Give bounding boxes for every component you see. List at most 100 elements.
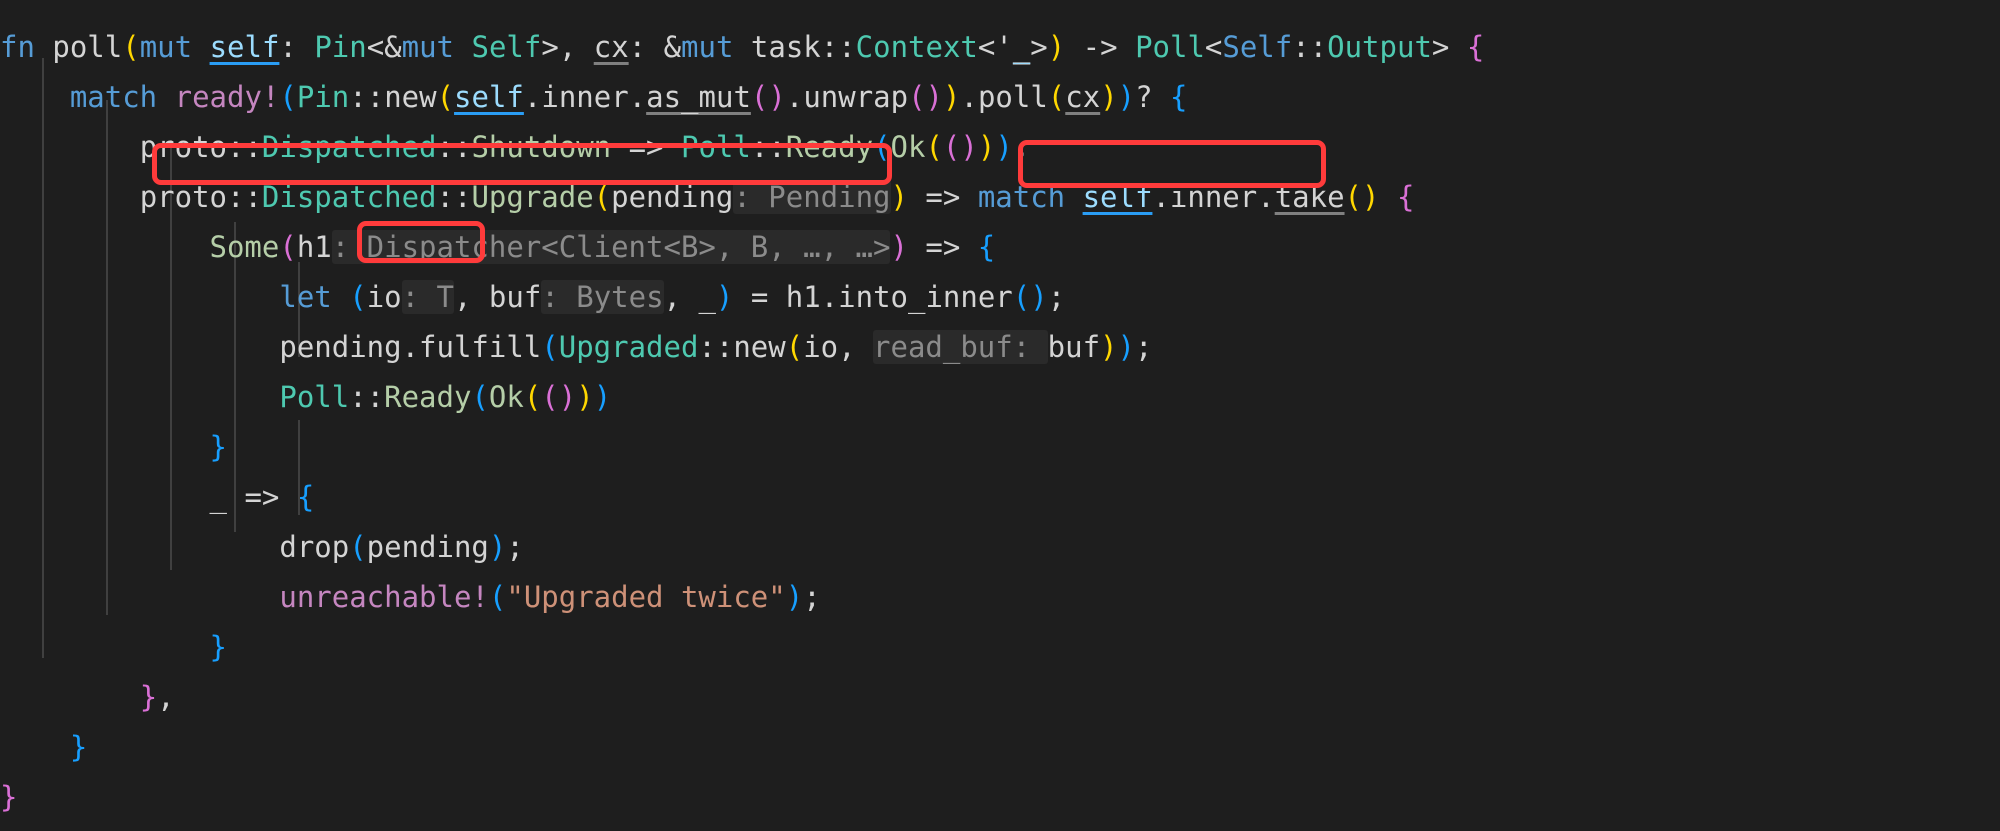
code-token: ->	[1065, 30, 1136, 64]
code-token: cx	[593, 30, 629, 64]
code-token: mut	[681, 30, 734, 64]
code-line[interactable]: unreachable!("Upgraded twice");	[0, 572, 2000, 622]
code-token: )	[977, 130, 996, 164]
code-token: drop	[279, 530, 350, 564]
code-token: }	[209, 630, 227, 664]
code-token: (	[436, 80, 455, 114]
code-token: {	[1170, 80, 1188, 114]
inlay-type-hint: : T	[401, 280, 454, 314]
code-token: .	[628, 80, 647, 114]
code-token: ,	[1012, 130, 1031, 164]
code-token: pending	[279, 330, 402, 364]
code-token: ;	[506, 530, 524, 564]
code-token: )	[715, 280, 734, 314]
code-token: .	[523, 80, 542, 114]
code-line[interactable]: },	[0, 672, 2000, 722]
code-line[interactable]: }	[0, 622, 2000, 672]
code-token: Ok	[488, 380, 524, 414]
code-token: <'	[977, 30, 1013, 64]
code-token: )	[1100, 330, 1118, 364]
code-token: match	[977, 180, 1066, 214]
code-token: .	[1257, 180, 1275, 214]
code-token: Dispatched	[261, 130, 437, 164]
code-token: (	[1344, 180, 1362, 214]
code-token: Shutdown	[471, 130, 612, 164]
code-token: ,	[454, 280, 489, 314]
code-token: <&	[366, 30, 402, 64]
code-token: =>	[226, 480, 297, 514]
code-token: ::	[698, 330, 734, 364]
code-token: unreachable	[279, 580, 472, 614]
code-line[interactable]: drop(pending);	[0, 522, 2000, 572]
code-line[interactable]: }	[0, 722, 2000, 772]
code-token: ,	[157, 680, 175, 714]
code-token: poll	[52, 30, 123, 64]
code-line[interactable]: let (io: T, buf: Bytes, _) = h1.into_inn…	[0, 272, 2000, 322]
code-token: (	[523, 380, 542, 414]
code-token: ::	[436, 180, 472, 214]
code-token: =>	[611, 130, 681, 164]
code-token: ;	[803, 580, 821, 614]
code-token: Upgrade	[471, 180, 594, 214]
code-token: cx	[1065, 80, 1101, 114]
code-token: io	[366, 280, 402, 314]
code-token: inner	[541, 80, 629, 114]
code-token: ::	[349, 80, 385, 114]
code-token: )	[593, 380, 612, 414]
code-line[interactable]: fn poll(mut self: Pin<&mut Self>, cx: &m…	[0, 22, 2000, 72]
code-token: self	[209, 30, 280, 64]
code-token: proto	[139, 130, 227, 164]
code-token: >	[1030, 30, 1048, 64]
code-token: )	[785, 580, 804, 614]
code-token: )	[960, 130, 978, 164]
code-line[interactable]: }	[0, 422, 2000, 472]
code-line[interactable]: match ready!(Pin::new(self.inner.as_mut(…	[0, 72, 2000, 122]
code-token: Upgraded	[558, 330, 699, 364]
code-token: )	[1100, 80, 1118, 114]
code-line[interactable]: Some(h1: Dispatcher<Client<B>, B, …, …>)…	[0, 222, 2000, 272]
code-token: ;	[1134, 330, 1153, 364]
code-token: ,	[838, 330, 874, 364]
code-token: Poll	[680, 130, 751, 164]
code-token: (	[349, 280, 367, 314]
code-token: Ok	[890, 130, 926, 164]
code-token: Dispatched	[261, 180, 437, 214]
code-token: {	[1466, 30, 1485, 64]
code-token: )	[890, 180, 908, 214]
code-token: {	[1396, 180, 1415, 214]
code-token: )	[488, 530, 507, 564]
code-line[interactable]: }	[0, 772, 2000, 822]
code-token: .	[785, 80, 804, 114]
code-token: }	[69, 730, 88, 764]
code-line[interactable]: _ => {	[0, 472, 2000, 522]
code-token: h1	[785, 280, 821, 314]
code-token: )	[890, 230, 908, 264]
code-line[interactable]: proto::Dispatched::Shutdown => Poll::Rea…	[0, 122, 2000, 172]
code-token: new	[733, 330, 786, 364]
code-line[interactable]: pending.fulfill(Upgraded::new(io, read_b…	[0, 322, 2000, 372]
code-block[interactable]: fn poll(mut self: Pin<&mut Self>, cx: &m…	[0, 22, 2000, 822]
code-token: (	[279, 230, 297, 264]
code-token: match	[69, 80, 158, 114]
code-token: Poll	[279, 380, 350, 414]
code-token: h1	[296, 230, 332, 264]
code-token: into_inner	[838, 280, 1013, 314]
code-line[interactable]: Poll::Ready(Ok(()))	[0, 372, 2000, 422]
code-token: (	[593, 180, 612, 214]
code-token: Ready	[384, 380, 472, 414]
code-token: (	[785, 330, 804, 364]
code-token: )	[925, 80, 944, 114]
code-token: )	[768, 80, 786, 114]
code-token: as_mut	[646, 80, 751, 114]
code-line[interactable]: proto::Dispatched::Upgrade(pending: Pend…	[0, 172, 2000, 222]
